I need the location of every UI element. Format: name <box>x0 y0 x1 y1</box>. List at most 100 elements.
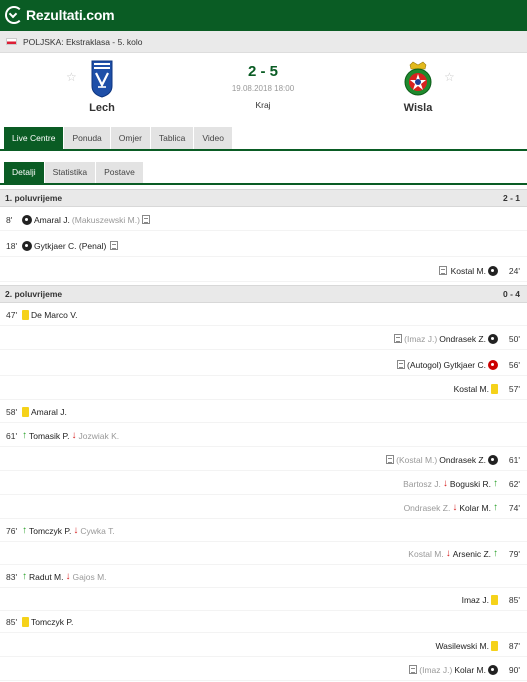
sub-out-player[interactable]: Gajos M. <box>73 572 107 582</box>
home-team-name[interactable]: Lech <box>72 102 132 114</box>
event-minute: 57' <box>508 383 520 394</box>
note-icon <box>110 241 119 250</box>
sub-out-player[interactable]: Jozwiak K. <box>78 431 119 441</box>
event-row: 83' ↑ Radut M. ↓ Gajos M. <box>0 566 527 588</box>
event-player[interactable]: Tomczyk P. <box>31 617 73 627</box>
event-row: 85' Tomczyk P. <box>0 611 527 633</box>
event-row: Kostal M. 24' <box>0 260 527 282</box>
tab-live-centre[interactable]: Live Centre <box>4 127 65 149</box>
event-player[interactable]: Wasilewski M. <box>435 641 489 651</box>
sub-out-arrow-icon: ↓ <box>71 430 77 441</box>
event-player[interactable]: Imaz J. <box>462 595 489 605</box>
event-row: Kostal M. ↓ Arsenic Z. ↑ 79' <box>0 543 527 565</box>
sub-in-player[interactable]: Radut M. <box>29 572 64 582</box>
event-type: (Autogol) <box>406 359 442 370</box>
site-logo[interactable]: Rezultati.com <box>5 6 115 24</box>
tabs-divider <box>0 149 527 151</box>
subtab-statistika[interactable]: Statistika <box>44 162 97 183</box>
top-bar: Rezultati.com <box>0 0 527 31</box>
note-icon <box>386 455 395 464</box>
event-row: Wasilewski M. 87' <box>0 635 527 657</box>
event-minute: 24' <box>508 265 520 276</box>
sub-in-player[interactable]: Arsenic Z. <box>453 549 491 559</box>
logo-icon <box>5 6 23 24</box>
sub-in-player[interactable]: Kolar M. <box>459 503 491 513</box>
sub-in-player[interactable]: Tomczyk P. <box>29 526 71 536</box>
event-player[interactable]: De Marco V. <box>31 310 77 320</box>
sub-in-player[interactable]: Tomasik P. <box>29 431 69 441</box>
subtab-detalji[interactable]: Detalji <box>4 162 45 183</box>
event-row: 18' Gytkjaer C. (Penal) <box>0 235 527 257</box>
tab-ponuda[interactable]: Ponuda <box>64 127 111 149</box>
event-player[interactable]: Kostal M. <box>451 266 486 276</box>
sub-in-arrow-icon: ↑ <box>493 502 498 513</box>
event-minute: 74' <box>508 502 520 513</box>
event-minute: 83' <box>6 571 18 582</box>
sub-out-arrow-icon: ↓ <box>73 525 79 536</box>
tab-video[interactable]: Video <box>194 127 233 149</box>
event-minute: 85' <box>6 616 18 627</box>
event-assist[interactable]: (Imaz J.) <box>404 334 437 344</box>
lech-crest-icon <box>91 60 113 98</box>
league-bar[interactable]: POLJSKA: Ekstraklasa - 5. kolo <box>0 31 527 53</box>
sub-out-player[interactable]: Bartosz J. <box>403 479 441 489</box>
note-icon <box>409 665 418 674</box>
event-player[interactable]: Gytkjaer C. (Penal) <box>34 241 106 251</box>
own-goal-icon <box>488 359 498 370</box>
subtabs-divider <box>0 183 527 185</box>
match-date: 19.08.2018 18:00 <box>231 84 295 93</box>
match-score: 2 - 5 <box>247 63 278 80</box>
event-row: Ondrasek Z. ↓ Kolar M. ↑ 74' <box>0 497 527 519</box>
sub-out-player[interactable]: Kostal M. <box>408 549 443 559</box>
event-player[interactable]: Amaral J. <box>34 215 70 225</box>
tab-omjer[interactable]: Omjer <box>110 127 151 149</box>
event-player[interactable]: Ondrasek Z. <box>439 455 486 465</box>
event-minute: 76' <box>6 525 18 536</box>
event-player[interactable]: Kostal M. <box>454 384 489 394</box>
sub-out-arrow-icon: ↓ <box>65 571 71 582</box>
goal-icon <box>488 454 498 465</box>
event-assist[interactable]: (Imaz J.) <box>419 665 452 675</box>
sub-in-player[interactable]: Boguski R. <box>450 479 491 489</box>
away-team-name[interactable]: Wisla <box>388 102 448 114</box>
star-icon-home[interactable]: ☆ <box>66 70 77 84</box>
yellow-card-icon <box>22 309 29 320</box>
event-minute: 18' <box>6 240 18 251</box>
event-assist[interactable]: (Kostal M.) <box>396 455 437 465</box>
event-minute: 47' <box>6 309 18 320</box>
sub-in-arrow-icon: ↑ <box>22 525 27 536</box>
event-player[interactable]: Gytkjaer C. <box>443 360 486 370</box>
event-minute: 79' <box>508 548 520 559</box>
sub-out-player[interactable]: Cywka T. <box>80 526 114 536</box>
event-player[interactable]: Kolar M. <box>454 665 486 675</box>
event-row: (Autogol) Gytkjaer C. 56' <box>0 354 527 376</box>
sub-out-player[interactable]: Ondrasek Z. <box>404 503 451 513</box>
event-row: Bartosz J. ↓ Boguski R. ↑ 62' <box>0 473 527 495</box>
league-label: POLJSKA: Ekstraklasa - 5. kolo <box>23 36 143 47</box>
wisla-crest-icon <box>404 61 432 96</box>
event-minute: 87' <box>508 640 520 651</box>
event-minute: 85' <box>508 594 520 605</box>
sub-out-arrow-icon: ↓ <box>452 502 458 513</box>
star-icon-away[interactable]: ☆ <box>444 70 455 84</box>
event-row: 8' Amaral J. (Makuszewski M.) <box>0 209 527 231</box>
note-icon <box>394 334 403 343</box>
event-row: (Kostal M.) Ondrasek Z. 61' <box>0 449 527 471</box>
poland-flag-icon <box>6 38 17 45</box>
goal-icon <box>22 240 32 251</box>
subtab-postave[interactable]: Postave <box>96 162 144 183</box>
event-minute: 58' <box>6 406 18 417</box>
sub-in-arrow-icon: ↑ <box>493 548 498 559</box>
sub-out-arrow-icon: ↓ <box>445 548 451 559</box>
tab-tablica[interactable]: Tablica <box>150 127 195 149</box>
match-status: Kraj <box>255 100 271 110</box>
event-assist[interactable]: (Makuszewski M.) <box>72 215 140 225</box>
event-row: Kostal M. 57' <box>0 378 527 400</box>
event-player[interactable]: Ondrasek Z. <box>439 334 486 344</box>
yellow-card-icon <box>22 406 29 417</box>
yellow-card-icon <box>22 616 29 627</box>
note-icon <box>438 266 447 275</box>
event-row: 76' ↑ Tomczyk P. ↓ Cywka T. <box>0 520 527 542</box>
event-player[interactable]: Amaral J. <box>31 407 67 417</box>
section-score: 2 - 1 <box>502 193 520 203</box>
